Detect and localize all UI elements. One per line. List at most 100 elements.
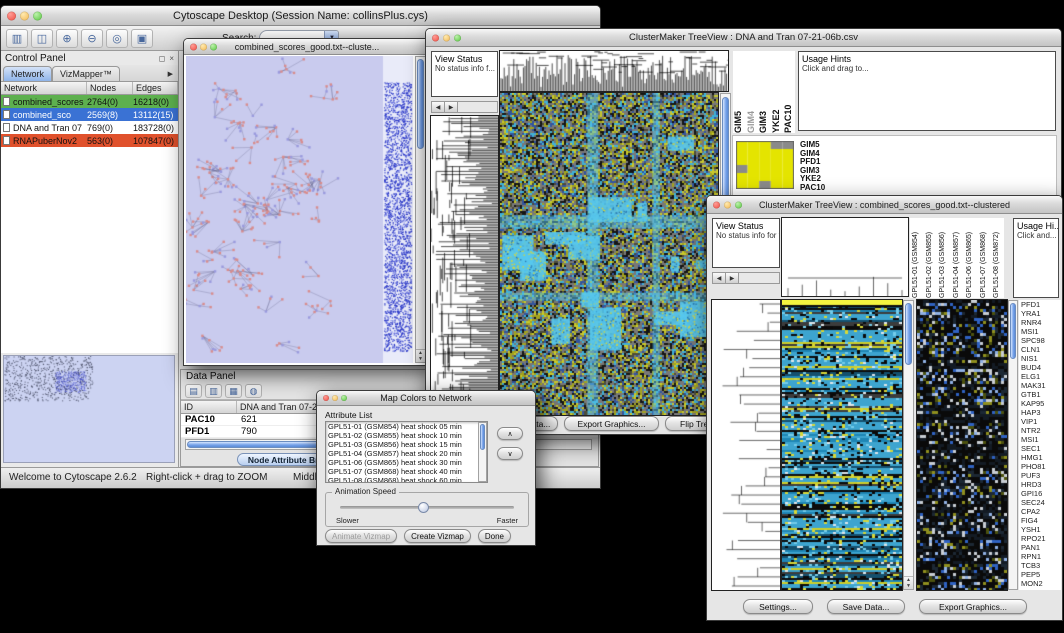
arrow-down-icon[interactable]: ▼ xyxy=(906,583,911,589)
column-dendrogram-canvas[interactable] xyxy=(782,218,908,296)
column-header-network[interactable]: Network xyxy=(1,82,87,94)
network-row[interactable]: DNA and Tran 07769(0)183728(0) xyxy=(1,121,178,134)
gene-label: RPN1 xyxy=(1019,552,1061,561)
scrollbar-thumb[interactable] xyxy=(1010,303,1016,359)
attribute-item[interactable]: GPL51-06 (GSM865) heat shock 30 min xyxy=(326,458,478,467)
button-save-data[interactable]: Save Data... xyxy=(827,599,905,614)
window-titlebar[interactable]: Map Colors to Network xyxy=(317,391,535,406)
arrow-down-icon[interactable]: ▼ xyxy=(418,356,423,362)
attribute-item[interactable]: GPL51-08 (GSM868) heat shock 60 min xyxy=(326,476,478,483)
scrollbar-thumb[interactable] xyxy=(417,59,424,149)
button-done[interactable]: Done xyxy=(478,529,511,543)
attribute-item[interactable]: GPL51-02 (GSM855) heat shock 10 min xyxy=(326,431,478,440)
window-titlebar[interactable]: ClusterMaker TreeView : DNA and Tran 07-… xyxy=(426,29,1061,47)
attribute-item[interactable]: GPL51-01 (GSM854) heat shock 05 min xyxy=(326,422,478,431)
attribute-item[interactable]: GPL51-04 (GSM857) heat shock 20 min xyxy=(326,449,478,458)
row-dendrogram-canvas[interactable] xyxy=(712,300,780,590)
column-header-id[interactable]: ID xyxy=(181,401,237,413)
button-export-graphics[interactable]: Export Graphics... xyxy=(919,599,1027,614)
tab-network[interactable]: Network xyxy=(3,66,52,81)
network-doc-icon xyxy=(3,97,10,106)
move-up-button[interactable]: ∧ xyxy=(497,427,523,440)
button-settings[interactable]: Settings... xyxy=(743,599,813,614)
arrow-left-icon[interactable]: ◀ xyxy=(713,273,726,283)
arrow-right-icon[interactable]: ▶ xyxy=(445,102,458,112)
database-button[interactable]: ◍ xyxy=(245,384,262,398)
zoom-selected-button[interactable]: ▣ xyxy=(131,29,153,48)
minimize-button[interactable] xyxy=(724,201,731,208)
network-row[interactable]: RNAPuberNov2563(0)107847(0) xyxy=(1,134,178,147)
button-create-vizmap[interactable]: Create Vizmap xyxy=(404,529,471,543)
scrollbar-arrows[interactable]: ▲▼ xyxy=(904,576,913,589)
select-columns-button[interactable]: ▥ xyxy=(205,384,222,398)
window-titlebar[interactable]: ClusterMaker TreeView : combined_scores_… xyxy=(707,196,1062,214)
node-count: 2764(0) xyxy=(87,97,133,107)
arrow-right-icon[interactable]: ▶ xyxy=(726,273,739,283)
column-label: GPL51-08 (GSM872) xyxy=(991,218,1004,298)
network-doc-icon xyxy=(3,110,10,119)
close-button[interactable] xyxy=(323,395,329,401)
network-overview-canvas[interactable] xyxy=(3,355,175,463)
column-header-edges[interactable]: Edges xyxy=(133,82,178,94)
horizontal-scrollbar[interactable]: ◀ ▶ xyxy=(431,101,498,113)
network-doc-icon xyxy=(3,136,10,145)
minimize-button[interactable] xyxy=(443,34,450,41)
gene-label: PEP5 xyxy=(1019,570,1061,579)
zoom-button[interactable] xyxy=(735,201,742,208)
window-controls xyxy=(713,201,742,208)
minimize-button[interactable] xyxy=(332,395,338,401)
heatmap-canvas[interactable] xyxy=(500,93,718,415)
zoom-column-label: YKE2 xyxy=(771,51,783,133)
horizontal-scrollbar[interactable]: ◀ ▶ xyxy=(712,272,780,284)
scrollbar-arrows[interactable]: ▲▼ xyxy=(416,349,425,362)
window-titlebar[interactable]: combined_scores_good.txt--cluste... xyxy=(184,39,430,55)
attribute-item[interactable]: GPL51-07 (GSM868) heat shock 40 min xyxy=(326,467,478,476)
float-panel-icon[interactable]: ◻ xyxy=(159,54,166,63)
scrollbar-thumb[interactable] xyxy=(480,424,485,450)
close-button[interactable] xyxy=(713,201,720,208)
zoom-matrix-canvas[interactable] xyxy=(736,141,794,189)
minimize-button[interactable] xyxy=(200,43,207,50)
more-tabs-icon[interactable]: ▶ xyxy=(168,70,176,81)
zoom-button[interactable] xyxy=(210,43,217,50)
close-button[interactable] xyxy=(190,43,197,50)
close-button[interactable] xyxy=(7,11,16,20)
select-attributes-button[interactable]: ▤ xyxy=(185,384,202,398)
vertical-scrollbar[interactable] xyxy=(478,422,487,482)
network-row[interactable]: combined_sco2569(8)13112(15) xyxy=(1,108,178,121)
save-session-button[interactable]: ◫ xyxy=(31,29,53,48)
matrix-button[interactable]: ▦ xyxy=(225,384,242,398)
row-dendrogram-canvas[interactable] xyxy=(431,116,498,416)
column-label: GPL51-02 (GSM855) xyxy=(924,218,937,298)
scrollbar-thumb[interactable] xyxy=(905,303,912,365)
button-export-graphics[interactable]: Export Graphics... xyxy=(564,416,659,431)
network-canvas[interactable] xyxy=(186,56,413,363)
control-panel-title: Control Panel xyxy=(5,53,66,64)
zoom-fit-button[interactable]: ◎ xyxy=(106,29,128,48)
vertical-scrollbar[interactable]: ▲▼ xyxy=(903,300,914,590)
zoom-button[interactable] xyxy=(454,34,461,41)
zoom-out-button[interactable]: ⊖ xyxy=(81,29,103,48)
arrow-left-icon[interactable]: ◀ xyxy=(432,102,445,112)
column-dendrogram-canvas[interactable] xyxy=(500,51,728,91)
zoom-heatmap-canvas[interactable] xyxy=(917,300,1007,590)
attribute-item[interactable]: GPL51-03 (GSM856) heat shock 15 min xyxy=(326,440,478,449)
attribute-listbox[interactable]: GPL51-01 (GSM854) heat shock 05 minGPL51… xyxy=(325,421,488,483)
move-down-button[interactable]: ∨ xyxy=(497,447,523,460)
close-button[interactable] xyxy=(432,34,439,41)
tab-vizmapper[interactable]: VizMapper™ xyxy=(52,66,120,81)
zoom-button[interactable] xyxy=(33,11,42,20)
gene-label: NTR2 xyxy=(1019,426,1061,435)
network-row[interactable]: combined_scores2764(0)16218(0) xyxy=(1,95,178,108)
column-header-nodes[interactable]: Nodes xyxy=(87,82,133,94)
vertical-scrollbar[interactable] xyxy=(1008,300,1018,590)
minimize-button[interactable] xyxy=(20,11,29,20)
heatmap-canvas[interactable] xyxy=(782,300,902,590)
close-panel-icon[interactable]: × xyxy=(169,54,174,63)
status-welcome: Welcome to Cytoscape 2.6.2 xyxy=(9,472,137,483)
open-session-button[interactable]: ▥ xyxy=(6,29,28,48)
window-titlebar[interactable]: Cytoscape Desktop (Session Name: collins… xyxy=(1,6,600,26)
zoom-button[interactable] xyxy=(341,395,347,401)
speed-slider-thumb[interactable] xyxy=(418,502,429,513)
zoom-in-button[interactable]: ⊕ xyxy=(56,29,78,48)
